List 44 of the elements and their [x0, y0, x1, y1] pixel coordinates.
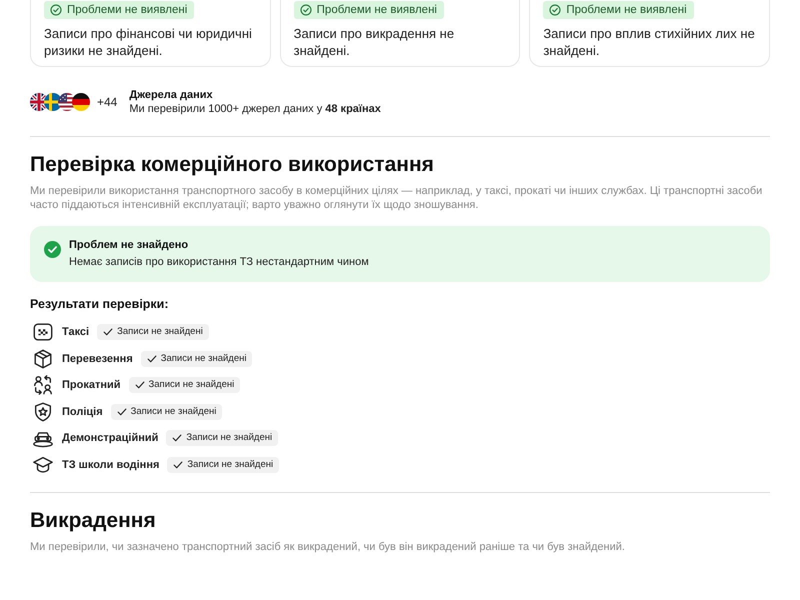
status-title: Проблем не знайдено	[69, 238, 190, 253]
check-icon	[103, 328, 114, 336]
german-flag-icon	[72, 93, 90, 111]
result-label: ТЗ школи водіння	[62, 458, 160, 470]
result-status: Записи не знайдені	[130, 406, 216, 418]
check-icon	[116, 408, 127, 416]
check-icon	[173, 460, 184, 468]
british-flag-icon	[30, 93, 48, 111]
result-status: Записи не знайдені	[160, 352, 246, 364]
card-text: Записи про фінансові чи юридичні ризики не знайдені.	[44, 25, 253, 59]
result-label: Демонстраційний	[62, 432, 158, 444]
sources-title: Джерела даних	[129, 88, 214, 102]
section-heading: Перевірка комерційного використання	[30, 152, 435, 178]
check-icon	[146, 354, 157, 362]
results-heading: Результати перевірки:	[30, 296, 170, 312]
result-label: Прокатний	[62, 379, 121, 391]
extra-count: +44	[97, 95, 118, 109]
sources-text: Ми перевірили 1000+ джерел даних у 48 країнах	[129, 102, 381, 116]
section-description: Ми перевірили, чи зазначено транспортний засіб як викрадений, чи був він викрадений раніше та чи був знайдений.	[30, 540, 626, 554]
result-status: Записи не знайдені	[186, 432, 272, 444]
check-circle-icon	[300, 4, 312, 16]
result-status: Записи не знайдені	[187, 458, 274, 470]
box-icon	[32, 348, 54, 370]
result-status: Записи не знайдені	[117, 326, 203, 338]
check-circle-icon	[44, 241, 61, 258]
status-tag-text: Проблеми не виявлені	[566, 3, 687, 17]
section-description: Ми перевірили використання транспортного засобу в комерційних цілях — наприклад, у таксі, прокаті чи інших службах. Ці транспортні засоби часто піддаються інтенсивній експлуатації; варто уважно оглянути їх щодо зношування.	[30, 184, 764, 212]
people-swap-icon	[32, 374, 54, 396]
taxi-sign-icon	[32, 321, 54, 343]
result-status: Записи не знайдені	[148, 379, 234, 391]
status-text: Немає записів про використання ТЗ нестандартним чином	[69, 255, 369, 270]
status-tag-text: Проблеми не виявлені	[316, 3, 437, 17]
card-text: Записи про вплив стихійних лих не знайдені.	[543, 25, 756, 59]
check-icon	[172, 434, 182, 442]
check-circle-icon	[549, 4, 562, 16]
check-icon	[134, 381, 145, 389]
result-label: Поліція	[62, 406, 103, 418]
status-tag-text: Проблеми не виявлені	[67, 3, 188, 17]
result-label: Перевезення	[62, 352, 133, 364]
section-heading: Викрадення	[30, 508, 157, 534]
result-label: Таксі	[62, 326, 90, 338]
shield-star-icon	[32, 400, 54, 422]
check-circle-icon	[50, 4, 62, 16]
card-text: Записи про викрадення не знайдені.	[294, 25, 456, 59]
